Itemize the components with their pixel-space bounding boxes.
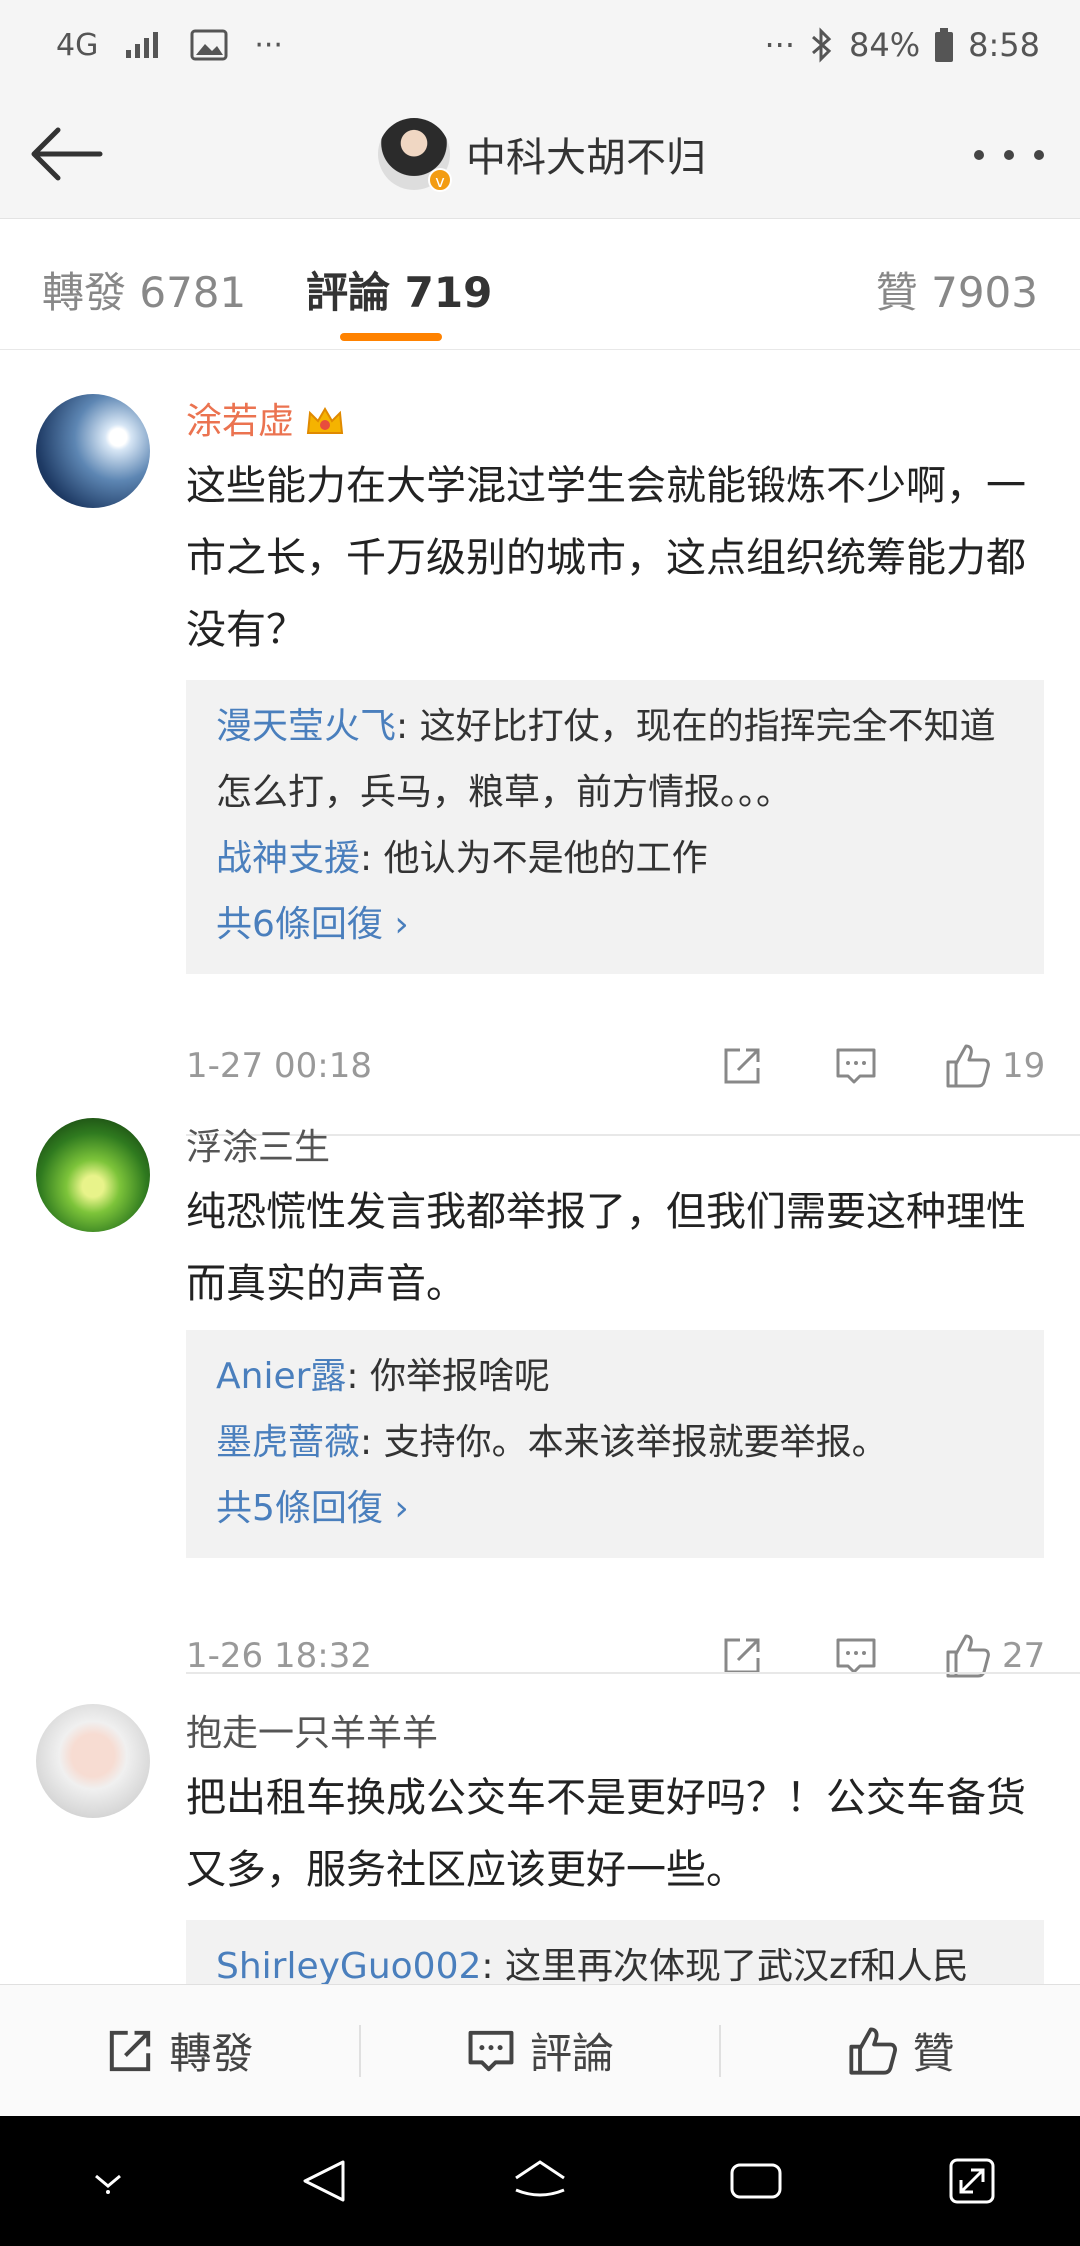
comment-username[interactable]: 浮涂三生	[186, 1118, 330, 1170]
repost-button[interactable]: 轉發	[0, 2020, 359, 2081]
reply-username[interactable]: 墨虎蔷薇	[216, 1422, 360, 1463]
view-all-replies-link[interactable]: 共6條回復 ›	[216, 892, 1014, 958]
author-avatar[interactable]: v	[378, 118, 452, 192]
action-bar: 轉發 評論 贊	[0, 1984, 1080, 2116]
divider	[186, 1672, 1080, 1674]
reply-text: : 他认为不是他的工作	[360, 838, 708, 879]
bluetooth-icon	[812, 27, 832, 63]
reply-username[interactable]: 漫天莹火飞	[216, 706, 396, 747]
reply-preview-box[interactable]: 漫天莹火飞: 这好比打仗，现在的指挥完全不知道怎么打，兵马，粮草，前方情报。。。…	[186, 680, 1044, 974]
comment-icon	[468, 2030, 514, 2071]
repost-icon	[110, 2030, 151, 2071]
back-arrow-icon	[31, 127, 103, 181]
reply-text: : 这里再次体现了武汉zf和人民	[481, 1946, 969, 1984]
like-button[interactable]: 贊	[721, 2020, 1080, 2081]
comment-meta: 1-26 18:32 27	[186, 1626, 1046, 1686]
author-info[interactable]: v 中科大胡不归	[378, 118, 706, 192]
view-all-replies-link[interactable]: 共5條回復 ›	[216, 1476, 1014, 1542]
user-avatar[interactable]	[36, 1704, 150, 1818]
system-nav-bar	[0, 2116, 1080, 2246]
comment-username[interactable]: 抱走一只羊羊羊	[186, 1704, 438, 1756]
network-indicator: 4G	[56, 27, 99, 63]
header: v 中科大胡不归	[0, 90, 1080, 218]
active-tab-indicator	[340, 333, 442, 341]
reply-username[interactable]: ShirleyGuo002	[216, 1946, 481, 1984]
status-bar: 4G ··· ··· 84% 8:58	[0, 0, 1080, 90]
home-nav-button[interactable]	[495, 2136, 585, 2226]
reply-line: ShirleyGuo002: 这里再次体现了武汉zf和人民	[216, 1934, 1014, 1984]
comment-username[interactable]: 涂若虚	[186, 392, 346, 444]
recent-apps-button[interactable]	[711, 2136, 801, 2226]
notification-overflow: ···	[254, 27, 283, 63]
like-count: 19	[1002, 1046, 1046, 1086]
back-triangle-icon	[303, 2160, 345, 2202]
battery-icon	[935, 28, 954, 62]
reply-line: Anier露: 你举报啥呢	[216, 1344, 1014, 1410]
reply-line: 漫天莹火飞: 这好比打仗，现在的指挥完全不知道怎么打，兵马，粮草，前方情报。。。	[216, 694, 1014, 826]
back-button[interactable]	[28, 118, 104, 190]
chevron-down-icon	[95, 2174, 121, 2194]
expand-icon	[949, 2158, 995, 2204]
tab-comments[interactable]: 評論 719	[306, 259, 492, 320]
comment-meta: 1-27 00:18 19	[186, 1036, 1046, 1096]
tab-likes[interactable]: 贊 7903	[876, 259, 1038, 320]
reply-line: 战神支援: 他认为不是他的工作	[216, 826, 1014, 892]
like-count: 27	[1002, 1636, 1046, 1676]
fullscreen-button[interactable]	[927, 2136, 1017, 2226]
reply-username[interactable]: Anier露	[216, 1356, 346, 1397]
reply-icon[interactable]	[832, 1042, 880, 1090]
repost-label: 轉發	[169, 2029, 254, 2078]
recents-icon	[730, 2163, 782, 2199]
reply-preview-box[interactable]: ShirleyGuo002: 这里再次体现了武汉zf和人民	[186, 1920, 1044, 1984]
thumbs-up-icon	[849, 2026, 897, 2075]
reply-text: : 支持你。本来该举报就要举报。	[360, 1422, 888, 1463]
comment-button[interactable]: 評論	[361, 2020, 720, 2081]
comment-date: 1-27 00:18	[186, 1046, 372, 1086]
comment-label: 評論	[530, 2029, 615, 2078]
status-overflow: ···	[764, 26, 796, 64]
verified-badge-icon: v	[428, 168, 452, 192]
more-dot-icon	[1034, 150, 1044, 160]
more-dot-icon	[1004, 150, 1014, 160]
signal-icon	[126, 32, 159, 58]
tab-reposts[interactable]: 轉發 6781	[42, 259, 246, 320]
hide-keyboard-button[interactable]	[63, 2136, 153, 2226]
user-avatar[interactable]	[36, 394, 150, 508]
tab-bar: 轉發 6781 評論 719 贊 7903	[0, 218, 1080, 350]
vip-crown-icon	[306, 407, 344, 434]
author-name[interactable]: 中科大胡不归	[466, 125, 706, 183]
clock: 8:58	[968, 26, 1040, 64]
back-nav-button[interactable]	[279, 2136, 369, 2226]
gallery-icon	[190, 29, 228, 61]
comment-date: 1-26 18:32	[186, 1636, 372, 1676]
like-label: 贊	[912, 2029, 955, 2078]
battery-percent: 84%	[849, 26, 921, 64]
comment-text: 这些能力在大学混过学生会就能锻炼不少啊，一市之长，千万级别的城市，这点组织统筹能…	[186, 463, 1026, 653]
comment-text: 纯恐慌性发言我都举报了，但我们需要这种理性而真实的声音。	[186, 1189, 1026, 1307]
like-icon[interactable]	[944, 1042, 992, 1090]
home-icon	[515, 2160, 565, 2197]
share-icon[interactable]	[718, 1042, 766, 1090]
more-options-button[interactable]	[964, 130, 1054, 180]
reply-line: 墨虎蔷薇: 支持你。本来该举报就要举报。	[216, 1410, 1014, 1476]
reply-username[interactable]: 战神支援	[216, 838, 360, 879]
comment-text: 把出租车换成公交车不是更好吗？！公交车备货又多，服务社区应该更好一些。	[186, 1775, 1026, 1893]
more-dot-icon	[974, 150, 984, 160]
reply-text: : 你举报啥呢	[346, 1356, 550, 1397]
reply-preview-box[interactable]: Anier露: 你举报啥呢 墨虎蔷薇: 支持你。本来该举报就要举报。 共5條回復…	[186, 1330, 1044, 1558]
user-avatar[interactable]	[36, 1118, 150, 1232]
